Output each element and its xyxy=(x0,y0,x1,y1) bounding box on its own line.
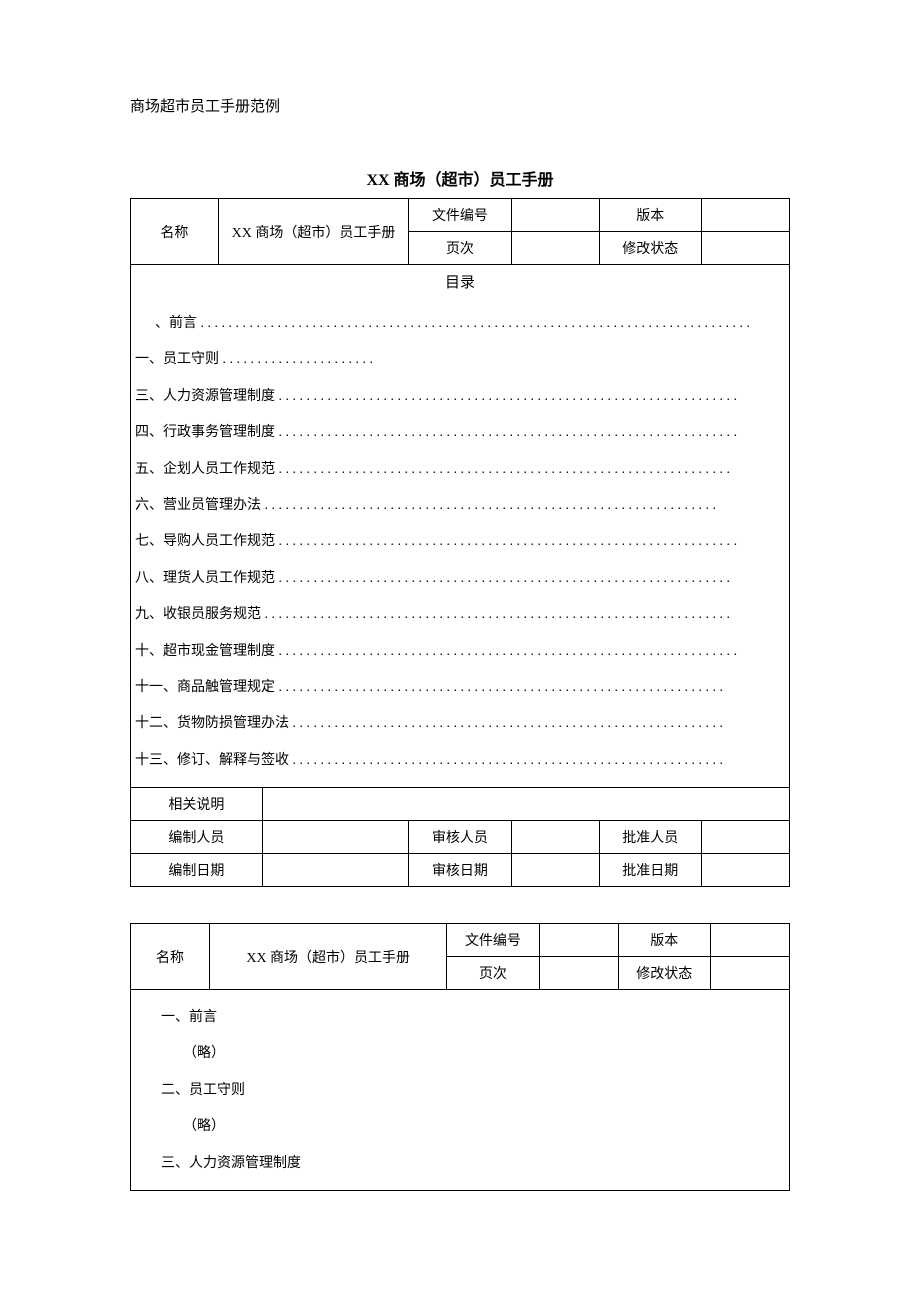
docno-value xyxy=(511,199,599,232)
reviewer-label: 审核人员 xyxy=(409,821,512,854)
content-line: 一、前言 xyxy=(161,1000,785,1036)
version-label-2: 版本 xyxy=(618,924,710,957)
toc-header: 目录 xyxy=(131,265,790,299)
review-date-value xyxy=(511,854,599,887)
version-value-2 xyxy=(710,924,789,957)
content-line: 二、员工守则 xyxy=(161,1073,785,1109)
table-gap xyxy=(130,887,790,923)
author-date-value xyxy=(262,854,408,887)
toc-line: 九、收银员服务规范 . . . . . . . . . . . . . . . … xyxy=(135,597,785,633)
reviewer-value xyxy=(511,821,599,854)
approver-value xyxy=(702,821,790,854)
revstatus-label-2: 修改状态 xyxy=(618,957,710,990)
toc-line: 五、企划人员工作规范 . . . . . . . . . . . . . . .… xyxy=(135,452,785,488)
author-label: 编制人员 xyxy=(131,821,263,854)
main-table: 名称 XX 商场（超市）员工手册 文件编号 版本 页次 修改状态 目录 、前言 … xyxy=(130,198,790,887)
author-value xyxy=(262,821,408,854)
toc-line: 十二、货物防损管理办法 . . . . . . . . . . . . . . … xyxy=(135,706,785,742)
revstatus-label: 修改状态 xyxy=(599,232,702,265)
version-label: 版本 xyxy=(599,199,702,232)
toc-line: 七、导购人员工作规范 . . . . . . . . . . . . . . .… xyxy=(135,524,785,560)
toc-line: 十一、商品触管理规定 . . . . . . . . . . . . . . .… xyxy=(135,670,785,706)
toc-line: 六、营业员管理办法 . . . . . . . . . . . . . . . … xyxy=(135,488,785,524)
name-label-2: 名称 xyxy=(131,924,210,990)
approver-label: 批准人员 xyxy=(599,821,702,854)
page-label: 页次 xyxy=(409,232,512,265)
version-value xyxy=(702,199,790,232)
relnote-label: 相关说明 xyxy=(131,788,263,821)
doc-subtitle: 商场超市员工手册范例 xyxy=(130,95,790,116)
page-value xyxy=(511,232,599,265)
approve-date-value xyxy=(702,854,790,887)
revstatus-value-2 xyxy=(710,957,789,990)
toc-line: 一、员工守则 . . . . . . . . . . . . . . . . .… xyxy=(135,342,785,378)
doc-title: XX 商场（超市）员工手册 xyxy=(130,166,790,190)
toc-line: 、前言 . . . . . . . . . . . . . . . . . . … xyxy=(135,306,785,342)
relnote-value xyxy=(262,788,789,821)
toc-body: 、前言 . . . . . . . . . . . . . . . . . . … xyxy=(131,298,790,788)
docno-label-2: 文件编号 xyxy=(447,924,539,957)
toc-line: 八、理货人员工作规范 . . . . . . . . . . . . . . .… xyxy=(135,561,785,597)
docno-label: 文件编号 xyxy=(409,199,512,232)
page-value-2 xyxy=(539,957,618,990)
revstatus-value xyxy=(702,232,790,265)
content-line: 三、人力资源管理制度 xyxy=(161,1146,785,1182)
content-line: （略） xyxy=(161,1109,785,1145)
review-date-label: 审核日期 xyxy=(409,854,512,887)
docno-value-2 xyxy=(539,924,618,957)
content-line: （略） xyxy=(161,1036,785,1072)
toc-line: 三、人力资源管理制度 . . . . . . . . . . . . . . .… xyxy=(135,379,785,415)
toc-line: 十三、修订、解释与签收 . . . . . . . . . . . . . . … xyxy=(135,743,785,779)
page-label-2: 页次 xyxy=(447,957,539,990)
name-label: 名称 xyxy=(131,199,219,265)
name-value-2: XX 商场（超市）员工手册 xyxy=(210,924,447,990)
toc-line: 十、超市现金管理制度 . . . . . . . . . . . . . . .… xyxy=(135,634,785,670)
second-table: 名称 XX 商场（超市）员工手册 文件编号 版本 页次 修改状态 一、前言（略）… xyxy=(130,923,790,1191)
name-value: XX 商场（超市）员工手册 xyxy=(218,199,408,265)
toc-line: 四、行政事务管理制度 . . . . . . . . . . . . . . .… xyxy=(135,415,785,451)
author-date-label: 编制日期 xyxy=(131,854,263,887)
content-body: 一、前言（略）二、员工守则（略）三、人力资源管理制度 xyxy=(131,990,790,1191)
approve-date-label: 批准日期 xyxy=(599,854,702,887)
